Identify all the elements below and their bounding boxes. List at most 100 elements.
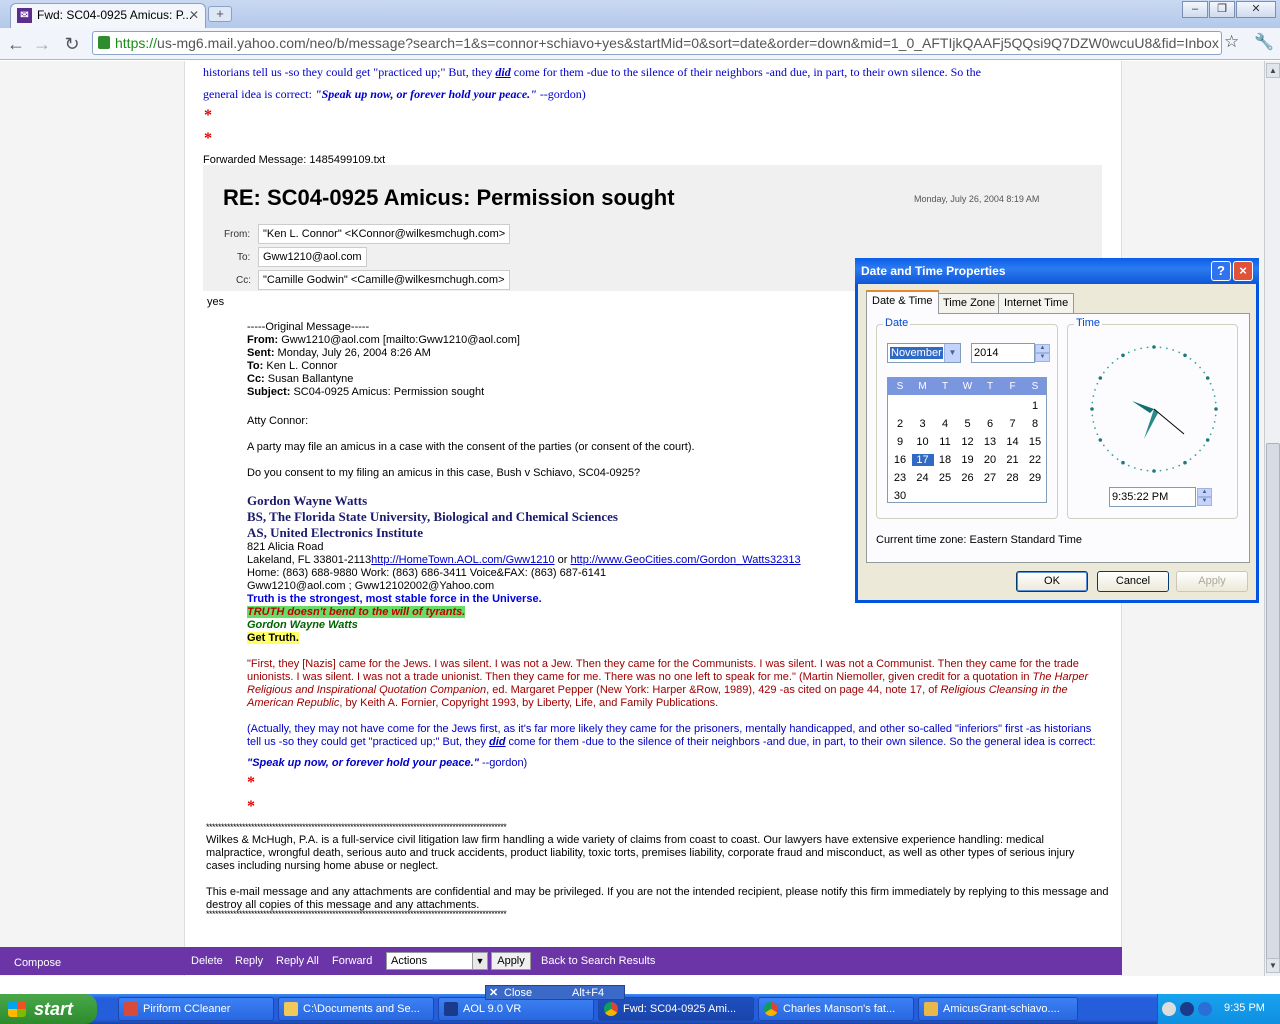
bookmark-star-icon[interactable]: ☆ <box>1224 32 1239 52</box>
minimize-window-button[interactable]: – <box>1182 1 1208 18</box>
clock-tick <box>1203 444 1206 447</box>
from-field: "Ken L. Connor" <KConnor@wilkesmchugh.co… <box>258 224 511 244</box>
calendar-day[interactable]: 7 <box>1002 418 1024 430</box>
calendar-day[interactable]: 13 <box>979 436 1001 448</box>
network-tray-icon[interactable] <box>1198 1002 1212 1016</box>
taskbar-item-chrome-fwd[interactable]: Fwd: SC04-0925 Ami... <box>598 997 754 1021</box>
hometown-link[interactable]: http://HomeTown.AOL.com/Gww1210 <box>371 554 554 566</box>
taskbar-item-ccleaner[interactable]: Piriform CCleaner <box>118 997 274 1021</box>
browser-tab-active[interactable]: ✉ Fwd: SC04-0925 Amicus: P... ✕ <box>10 3 206 28</box>
help-button[interactable]: ? <box>1211 261 1231 281</box>
calendar-day[interactable]: 21 <box>1002 454 1024 466</box>
apply-button[interactable]: Apply <box>491 952 531 970</box>
forward-button[interactable]: Forward <box>332 955 372 967</box>
calendar-day[interactable]: 12 <box>957 436 979 448</box>
clock-tick <box>1111 454 1114 456</box>
close-window-button[interactable]: ✕ <box>1236 1 1276 18</box>
clock-tick <box>1194 362 1197 364</box>
new-tab-button[interactable]: + <box>208 6 232 22</box>
original-from: From: Gww1210@aol.com [mailto:Gww1210@ao… <box>247 334 520 346</box>
clock-tick <box>1212 388 1214 391</box>
month-value: November <box>890 347 943 359</box>
back-arrow-icon[interactable]: ← <box>4 32 28 56</box>
restore-window-button[interactable]: ❐ <box>1209 1 1235 18</box>
calendar-day[interactable]: 10 <box>912 436 934 448</box>
apply-button-dialog[interactable]: Apply <box>1176 571 1248 592</box>
compose-button[interactable]: Compose <box>14 957 61 969</box>
calendar-day[interactable]: 17 <box>911 454 934 466</box>
delete-button[interactable]: Delete <box>191 955 223 967</box>
reload-icon[interactable]: ↻ <box>60 32 84 56</box>
reply-all-button[interactable]: Reply All <box>276 955 319 967</box>
calendar-day[interactable]: 15 <box>1024 436 1046 448</box>
calendar-day[interactable]: 9 <box>889 436 911 448</box>
back-to-search-results-link[interactable]: Back to Search Results <box>541 955 655 967</box>
close-menu-item[interactable]: Close <box>504 986 532 1001</box>
spin-down-icon[interactable]: ▼ <box>1197 497 1212 506</box>
calendar-day[interactable]: 16 <box>889 454 911 466</box>
wrench-icon[interactable]: 🔧 <box>1254 32 1274 52</box>
clock-tick <box>1116 357 1119 360</box>
calendar-day[interactable]: 8 <box>1024 418 1046 430</box>
address-bar[interactable]: https://us-mg6.mail.yahoo.com/neo/b/mess… <box>92 31 1222 55</box>
calendar-day[interactable]: 3 <box>912 418 934 430</box>
taskbar-item-explorer[interactable]: C:\Documents and Se... <box>278 997 434 1021</box>
calendar-day[interactable]: 27 <box>979 472 1001 484</box>
cancel-button[interactable]: Cancel <box>1097 571 1169 592</box>
calendar-day[interactable]: 25 <box>934 472 956 484</box>
calendar-day[interactable]: 2 <box>889 418 911 430</box>
start-button[interactable]: start <box>0 994 97 1024</box>
calendar-day[interactable]: 20 <box>979 454 1001 466</box>
quote-line-2: unionists. I was silent. I was not a tra… <box>247 671 1089 683</box>
tab-internet-time[interactable]: Internet Time <box>998 293 1075 313</box>
calendar-day[interactable]: 23 <box>889 472 911 484</box>
year-spinner[interactable]: ▲ ▼ <box>1035 344 1050 362</box>
reply-button[interactable]: Reply <box>235 955 263 967</box>
signature-address-2: Lakeland, FL 33801-2113http://HomeTown.A… <box>247 554 801 566</box>
calendar-day[interactable]: 22 <box>1024 454 1046 466</box>
calendar-day[interactable]: 5 <box>957 418 979 430</box>
time-spinner[interactable]: ▲ ▼ <box>1197 488 1212 506</box>
calendar-day[interactable]: 26 <box>957 472 979 484</box>
calendar-day[interactable]: 14 <box>1002 436 1024 448</box>
month-select[interactable]: November ▼ <box>887 343 961 363</box>
calendar-day[interactable]: 24 <box>912 472 934 484</box>
calendar-day[interactable]: 18 <box>934 454 956 466</box>
chevron-down-icon: ▼ <box>944 344 960 362</box>
forward-arrow-icon[interactable]: → <box>30 32 54 56</box>
close-icon: ✕ <box>489 987 499 999</box>
tab-time-zone[interactable]: Time Zone <box>937 293 1002 313</box>
tab-close-icon[interactable]: ✕ <box>189 4 199 26</box>
ok-button[interactable]: OK <box>1016 571 1088 592</box>
scroll-up-icon[interactable]: ▲ <box>1266 63 1280 78</box>
calendar-day[interactable]: 6 <box>979 418 1001 430</box>
taskbar-item-amicus-grant[interactable]: AmicusGrant-schiavo.... <box>918 997 1078 1021</box>
speak-up-line: "Speak up now, or forever hold your peac… <box>247 757 528 769</box>
spin-down-icon[interactable]: ▼ <box>1035 353 1050 362</box>
actions-select[interactable]: Actions ▼ <box>386 952 488 970</box>
calendar-day[interactable]: 4 <box>934 418 956 430</box>
calendar-day[interactable]: 11 <box>934 436 956 448</box>
taskbar-item-chrome-manson[interactable]: Charles Manson's fat... <box>758 997 914 1021</box>
tab-date-time[interactable]: Date & Time <box>866 290 939 314</box>
tray-arrow-icon[interactable] <box>1162 1002 1176 1016</box>
taskbar-clock[interactable]: 9:35 PM <box>1224 1002 1265 1014</box>
calendar-day[interactable]: 28 <box>1002 472 1024 484</box>
aol-tray-icon[interactable] <box>1180 1002 1194 1016</box>
time-field[interactable]: 9:35:22 PM <box>1109 487 1196 507</box>
clock-tick <box>1133 467 1136 469</box>
calendar-day[interactable]: 29 <box>1024 472 1046 484</box>
year-field[interactable]: 2014 <box>971 343 1035 363</box>
year-value: 2014 <box>974 347 999 359</box>
dialog-close-button[interactable]: × <box>1233 261 1253 281</box>
calendar-weekday: S <box>896 381 904 392</box>
calendar-day[interactable]: 1 <box>1024 400 1046 412</box>
scroll-down-icon[interactable]: ▼ <box>1266 958 1280 973</box>
scroll-thumb[interactable] <box>1266 443 1280 963</box>
calendar-day[interactable]: 19 <box>957 454 979 466</box>
geocities-link[interactable]: http://www.GeoCities.com/Gordon_Watts323… <box>570 554 800 566</box>
spin-up-icon[interactable]: ▲ <box>1035 344 1050 353</box>
calendar-day[interactable]: 30 <box>889 490 911 502</box>
vertical-scrollbar[interactable]: ▲ ▼ <box>1264 61 1280 976</box>
spin-up-icon[interactable]: ▲ <box>1197 488 1212 497</box>
